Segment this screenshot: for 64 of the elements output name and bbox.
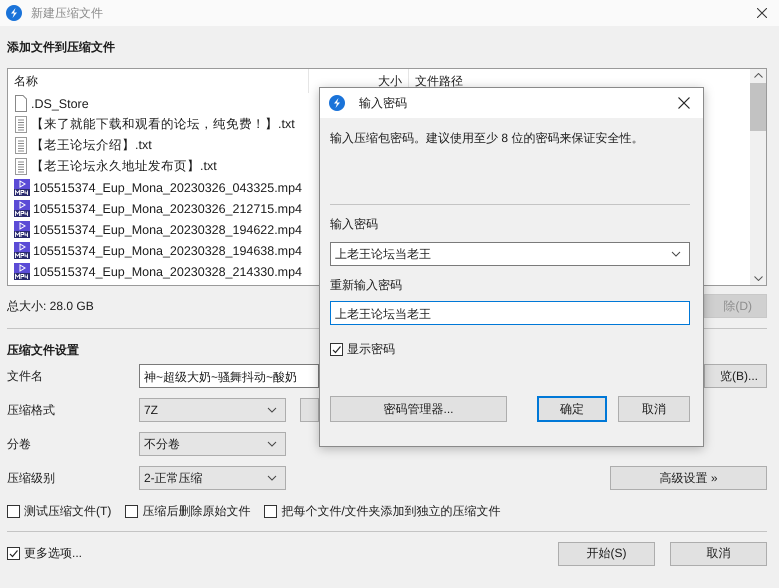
- file-name[interactable]: .DS_Store: [31, 96, 89, 110]
- dialog-title: 输入密码: [359, 94, 407, 112]
- checkbox[interactable]: 压缩后删除原始文件: [125, 502, 250, 520]
- close-icon: [678, 97, 690, 109]
- chevron-down-icon: [267, 475, 277, 481]
- password-confirm-field[interactable]: 上老王论坛当老王: [330, 301, 690, 325]
- dropdown[interactable]: 2-正常压缩: [139, 466, 286, 490]
- option-button[interactable]: [300, 398, 319, 422]
- total-size: 总大小: 28.0 GB: [7, 298, 94, 314]
- video-file-icon: [14, 221, 30, 238]
- file-name[interactable]: 105515374_Eup_Mona_20230328_214330.mp4: [33, 264, 302, 278]
- dropdown[interactable]: 7Z: [139, 398, 286, 422]
- check-icon: [8, 548, 19, 559]
- file-name[interactable]: 105515374_Eup_Mona_20230326_043325.mp4: [33, 180, 302, 194]
- chevron-down-icon: [671, 251, 681, 257]
- field-label: 重新输入密码: [330, 277, 403, 294]
- file-name[interactable]: 【老王论坛永久地址发布页】.txt: [31, 158, 217, 175]
- scroll-thumb[interactable]: [750, 83, 766, 131]
- window-title: 新建压缩文件: [31, 4, 104, 22]
- video-file-icon: [14, 242, 30, 259]
- checkbox[interactable]: 显示密码: [330, 341, 690, 358]
- file-name[interactable]: 【老王论坛介绍】.txt: [31, 137, 152, 154]
- section-heading: 添加文件到压缩文件: [7, 39, 115, 56]
- close-icon: [757, 8, 767, 18]
- app-logo-icon: [329, 95, 345, 111]
- text-file-icon: [14, 158, 28, 175]
- scroll-down-icon: [754, 276, 762, 281]
- advanced-settings-button[interactable]: 高级设置 »: [610, 466, 767, 490]
- scroll-up-icon: [754, 73, 762, 78]
- dialog-button[interactable]: 取消: [618, 396, 690, 422]
- checkbox[interactable]: 更多选项...: [7, 545, 82, 562]
- field-label: 压缩格式: [7, 402, 56, 418]
- chevron-down-icon: [267, 441, 277, 447]
- field-label: 分卷: [7, 436, 32, 452]
- dialog-button[interactable]: 密码管理器...: [330, 396, 507, 422]
- dialog-button[interactable]: 开始(S): [558, 542, 655, 566]
- field-label: 输入密码: [330, 216, 379, 233]
- filename-field[interactable]: 神~超级大奶~骚舞抖动~酸奶: [139, 364, 319, 388]
- checkbox[interactable]: 测试压缩文件(T): [7, 502, 112, 520]
- text-file-icon: [14, 116, 28, 133]
- password-field[interactable]: 上老王论坛当老王: [330, 242, 690, 266]
- text-file-icon: [14, 137, 28, 154]
- video-file-icon: [14, 263, 30, 280]
- scrollbar[interactable]: [750, 69, 766, 285]
- dialog-button[interactable]: 确定: [537, 396, 607, 422]
- description-text: 输入压缩包密码。建议使用至少 8 位的密码来保证安全性。: [330, 130, 644, 147]
- file-name[interactable]: 105515374_Eup_Mona_20230326_212715.mp4: [33, 202, 302, 216]
- file-name[interactable]: 105515374_Eup_Mona_20230328_194622.mp4: [33, 222, 302, 236]
- file-name[interactable]: 105515374_Eup_Mona_20230328_194638.mp4: [33, 244, 302, 258]
- check-icon: [331, 344, 342, 355]
- browse-button[interactable]: 览(B)...: [704, 364, 767, 388]
- app-logo-icon: [6, 5, 22, 21]
- section-heading: 压缩文件设置: [7, 342, 79, 359]
- file-icon: [14, 95, 28, 112]
- video-file-icon: [14, 179, 30, 196]
- video-file-icon: [14, 200, 30, 217]
- field-label: 压缩级别: [7, 470, 56, 486]
- field-label: 文件名: [7, 368, 44, 384]
- dialog-button[interactable]: 取消: [670, 542, 767, 566]
- checkbox[interactable]: 把每个文件/文件夹添加到独立的压缩文件: [264, 502, 501, 520]
- file-name[interactable]: 【来了就能下载和观看的论坛，纯免费！】.txt: [31, 116, 295, 133]
- chevron-down-icon: [267, 407, 277, 413]
- column-header[interactable]: 名称: [8, 69, 309, 93]
- dropdown[interactable]: 不分卷: [139, 432, 286, 456]
